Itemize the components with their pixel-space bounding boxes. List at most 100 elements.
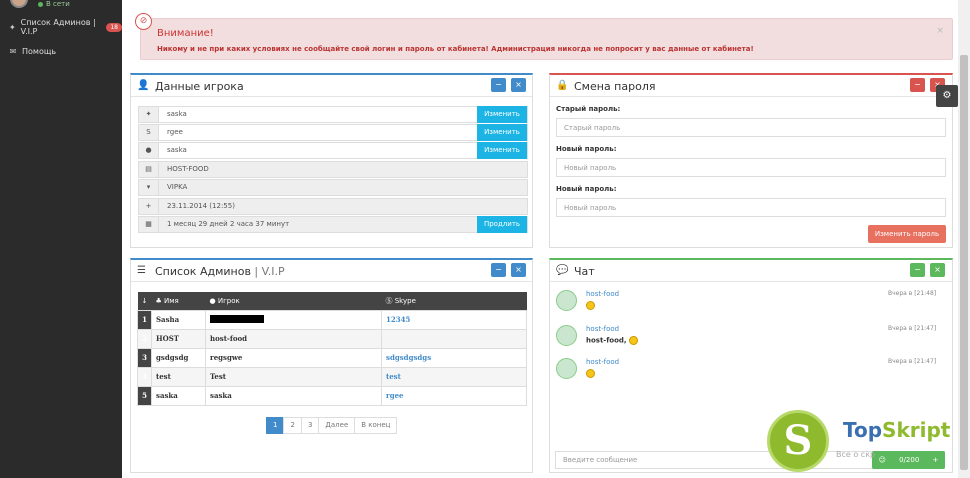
minimize-button[interactable]: − bbox=[491, 263, 506, 277]
message-author[interactable]: host-food bbox=[586, 358, 619, 366]
password-panel: 🔒 Смена пароля − × Старый пароль: Старый… bbox=[549, 73, 953, 248]
sidebar-item-help[interactable]: ✉ Помощь bbox=[0, 40, 122, 62]
char-counter: 0/200 bbox=[899, 456, 920, 464]
sort-icon: ↓ bbox=[137, 292, 152, 310]
close-button[interactable]: × bbox=[511, 263, 526, 277]
calendar-icon: ▦ bbox=[139, 217, 159, 232]
new-password-input[interactable]: Новый пароль bbox=[556, 158, 946, 177]
repeat-password-label: Новый пароль: bbox=[556, 185, 617, 193]
page-next[interactable]: Далее bbox=[318, 417, 356, 434]
old-password-label: Старый пароль: bbox=[556, 105, 621, 113]
avatar bbox=[556, 325, 577, 346]
android-icon: ✦ bbox=[8, 22, 16, 32]
alert-message: Никому и не при каких условиях не сообща… bbox=[157, 45, 754, 53]
pagination: 1 2 3 Далее В конец bbox=[266, 417, 398, 434]
field-date: +23.11.2014 (12:55) bbox=[138, 198, 528, 215]
field-name: ● saska Изменить bbox=[138, 142, 528, 159]
old-password-input[interactable]: Старый пароль bbox=[556, 118, 946, 137]
skype-link[interactable]: sdgsdgsdgs bbox=[381, 347, 527, 368]
warning-alert: ⊘ Внимание! Никому и не при каких услови… bbox=[135, 13, 953, 60]
panel-title: Чат bbox=[574, 265, 595, 278]
chat-icon: 💬 bbox=[556, 265, 569, 276]
table-row: 5 saska saska rgee bbox=[137, 385, 527, 406]
panel-title: Смена пароля bbox=[574, 80, 656, 93]
avatar bbox=[556, 290, 577, 311]
message-time: Вчера в [21:47] bbox=[888, 325, 937, 332]
watermark-text: TopSkript bbox=[843, 418, 951, 442]
skype-link[interactable]: rgee bbox=[381, 385, 527, 406]
ban-icon: ⊘ bbox=[135, 13, 152, 30]
panel-title: Список Админов | V.I.P bbox=[155, 265, 285, 278]
scrollbar[interactable] bbox=[958, 0, 970, 478]
table-row: 3 gsdgsdg regsgwe sdgsdgsdgs bbox=[137, 347, 527, 368]
change-password-button[interactable]: Изменить пароль bbox=[868, 225, 946, 243]
user-icon: ● bbox=[139, 143, 159, 158]
close-icon[interactable]: × bbox=[936, 26, 944, 36]
close-button[interactable]: × bbox=[930, 263, 945, 277]
avatar bbox=[556, 358, 577, 379]
table-row: 1 Sasha 12345 bbox=[137, 309, 527, 330]
alert-title: Внимание! bbox=[157, 28, 214, 39]
sidebar-item-label: Помощь bbox=[22, 46, 57, 56]
field-remaining: ▦ 1 месяц 29 дней 2 часа 37 минут Продлить bbox=[138, 216, 528, 233]
field-skype: Srgee Изменить bbox=[138, 124, 528, 141]
field-privilege: ▾ VIPKA bbox=[138, 179, 528, 196]
minimize-button[interactable]: − bbox=[910, 263, 925, 277]
message-time: Вчера в [21:47] bbox=[888, 358, 937, 365]
page-1[interactable]: 1 bbox=[266, 417, 285, 434]
redacted-block bbox=[210, 314, 264, 323]
skype-icon: S bbox=[139, 125, 159, 140]
new-password-label: Новый пароль: bbox=[556, 145, 617, 153]
message-author[interactable]: host-food bbox=[586, 325, 619, 333]
envelope-icon: ✉ bbox=[9, 46, 17, 56]
edit-button[interactable]: Изменить bbox=[477, 142, 527, 159]
sidebar-item-admins[interactable]: ✦ Список Админов | V.I.P 18 bbox=[0, 16, 122, 38]
lock-icon: 🔒 bbox=[556, 80, 569, 91]
online-status: В сети bbox=[38, 0, 70, 8]
col-skype: Ⓢ Skype bbox=[381, 292, 527, 310]
col-player: ● Игрок bbox=[205, 292, 382, 310]
page-last[interactable]: В конец bbox=[354, 417, 398, 434]
send-button[interactable]: + bbox=[933, 456, 939, 464]
field-server: ▤ HOST-FOOD bbox=[138, 161, 528, 178]
skype-link[interactable]: test bbox=[381, 366, 527, 387]
smiley-icon bbox=[628, 336, 638, 345]
edit-button[interactable]: Изменить bbox=[477, 124, 527, 141]
user-avatar[interactable] bbox=[10, 0, 28, 8]
count-badge: 18 bbox=[106, 22, 122, 32]
col-name: ♣ Имя bbox=[151, 292, 206, 310]
skype-link[interactable]: 12345 bbox=[381, 309, 527, 330]
player-panel: 👤 Данные игрока − × ✦ saska Изменить Srgee… bbox=[130, 73, 533, 248]
gear-icon[interactable]: ⚙ bbox=[936, 85, 958, 107]
repeat-password-input[interactable]: Новый пароль bbox=[556, 198, 946, 217]
table-row: 2 HOST host-food bbox=[137, 328, 527, 349]
message-time: Вчера в [21:48] bbox=[888, 290, 937, 297]
message-text: host-food, bbox=[586, 336, 627, 345]
cart-icon: ▾ bbox=[139, 180, 159, 195]
panel-title: Данные игрока bbox=[155, 80, 244, 93]
watermark-logo: S bbox=[767, 410, 829, 472]
smiley-icon bbox=[586, 369, 595, 378]
close-button[interactable]: × bbox=[511, 78, 526, 92]
extend-button[interactable]: Продлить bbox=[477, 216, 527, 233]
plus-icon: + bbox=[139, 199, 159, 214]
list-icon: ☰ bbox=[137, 265, 146, 276]
watermark-subtext: Все о скр bbox=[836, 450, 876, 459]
chat-send-bar: ☺ 0/200 + bbox=[872, 451, 945, 469]
minimize-button[interactable]: − bbox=[910, 78, 925, 92]
smiley-icon bbox=[586, 301, 595, 310]
admins-table: ↓ ♣ Имя ● Игрок Ⓢ Skype 1 Sasha 12345 2 HOS… bbox=[137, 292, 527, 406]
android-icon: ✦ bbox=[139, 107, 159, 122]
edit-button[interactable]: Изменить bbox=[477, 106, 527, 123]
table-row: 4 test Test test bbox=[137, 366, 527, 387]
message-author[interactable]: host-food bbox=[586, 290, 619, 298]
sidebar: В сети ✦ Список Админов | V.I.P 18 ✉ Пом… bbox=[0, 0, 122, 478]
user-icon: 👤 bbox=[137, 80, 150, 91]
sidebar-item-label: Список Админов | V.I.P bbox=[20, 18, 96, 36]
page-3[interactable]: 3 bbox=[300, 417, 320, 434]
server-icon: ▤ bbox=[139, 162, 159, 177]
page-2[interactable]: 2 bbox=[283, 417, 302, 434]
field-login: ✦ saska Изменить bbox=[138, 106, 528, 123]
minimize-button[interactable]: − bbox=[491, 78, 506, 92]
smiley-icon[interactable]: ☺ bbox=[879, 456, 886, 464]
